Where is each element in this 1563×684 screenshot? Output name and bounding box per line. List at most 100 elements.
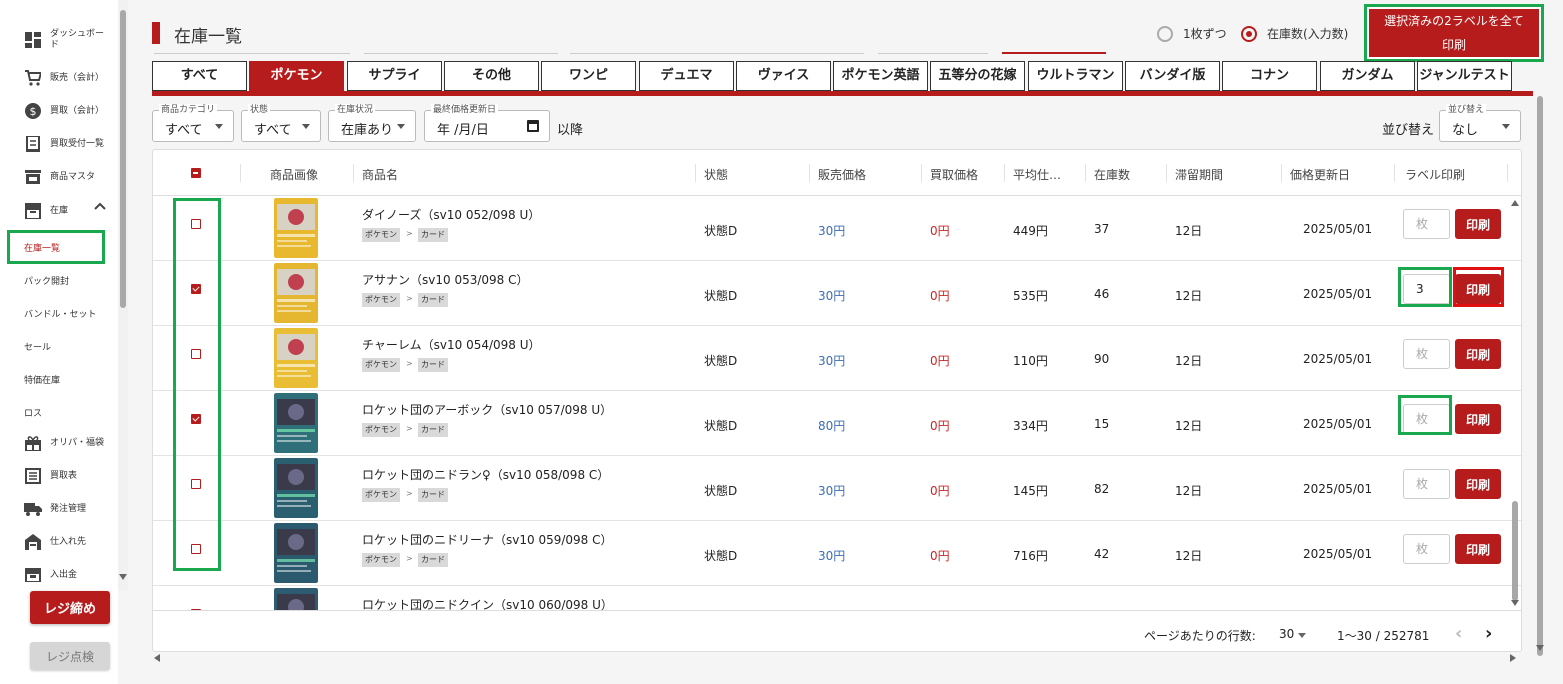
last-price-date-input[interactable]: 最終価格更新日 年 /月/日	[424, 104, 550, 142]
buy-price-cell[interactable]: 0円	[930, 287, 950, 304]
rows-per-page-select[interactable]: 30	[1279, 627, 1294, 641]
sort-select[interactable]: 並び替え なし	[1439, 104, 1521, 142]
next-page-icon[interactable]: ›	[1485, 623, 1492, 644]
label-qty-input[interactable]: 枚	[1403, 209, 1450, 239]
label-qty-input[interactable]: 3	[1403, 274, 1450, 304]
print-label-button[interactable]: 印刷	[1455, 209, 1501, 239]
sell-price-cell[interactable]: 30円	[818, 352, 845, 369]
label-qty-input[interactable]: 枚	[1403, 469, 1450, 499]
tab-4[interactable]: ワンピ	[541, 61, 636, 91]
header-update-date[interactable]: 価格更新日	[1290, 166, 1350, 183]
print-label-button[interactable]: 印刷	[1455, 534, 1501, 564]
print-all-inner[interactable]: 選択済みの2ラベルを全て 印刷	[1369, 9, 1539, 57]
sell-price-cell[interactable]: 80円	[818, 417, 845, 434]
product-name[interactable]: アサナン（sv10 053/098 C）	[362, 271, 528, 288]
header-stock[interactable]: 在庫数	[1094, 166, 1130, 183]
tab-0[interactable]: すべて	[152, 61, 247, 91]
scroll-up-arrow-icon[interactable]	[1511, 200, 1519, 206]
table-scroll-thumb[interactable]	[1512, 501, 1518, 601]
sell-price-cell[interactable]: 30円	[818, 287, 845, 304]
tab-12[interactable]: ガンダム	[1320, 61, 1415, 91]
radio-circle-selected[interactable]	[1241, 25, 1257, 42]
sell-price-cell[interactable]: 30円	[818, 222, 845, 239]
sidebar-item-inventory[interactable]: 在庫	[0, 200, 112, 222]
select-all-checkbox[interactable]	[191, 168, 201, 178]
buy-price-cell[interactable]: 0円	[930, 222, 950, 239]
tab-10[interactable]: バンダイ版	[1125, 61, 1220, 91]
tab-13[interactable]: ジャンルテスト	[1417, 61, 1512, 91]
print-label-button[interactable]: 印刷	[1455, 339, 1501, 369]
buy-price-cell[interactable]: 0円	[930, 352, 950, 369]
sidebar-subitem-loss[interactable]: ロス	[24, 406, 42, 419]
buy-price-cell[interactable]: 0円	[930, 482, 950, 499]
tab-11[interactable]: コナン	[1222, 61, 1317, 91]
tab-9[interactable]: ウルトラマン	[1028, 61, 1123, 91]
row-checkbox[interactable]	[191, 479, 201, 489]
table-vertical-scrollbar[interactable]	[1509, 196, 1521, 606]
scroll-right-arrow-icon[interactable]	[1510, 654, 1516, 662]
check-register-button[interactable]: レジ点検	[30, 642, 110, 670]
header-sell-price[interactable]: 販売価格	[818, 166, 866, 183]
sidebar-item-orders[interactable]: 発注管理	[0, 499, 112, 519]
sidebar-item-cashflow[interactable]: 入出金	[0, 565, 112, 585]
table-horizontal-scrollbar[interactable]	[152, 653, 1522, 663]
radio-one-each[interactable]: 1枚ずつ	[1157, 25, 1227, 42]
row-checkbox[interactable]	[191, 349, 201, 359]
row-checkbox[interactable]	[191, 544, 201, 554]
product-name[interactable]: ダイノーズ（sv10 052/098 U）	[362, 206, 540, 223]
scroll-down-arrow-icon[interactable]	[1536, 645, 1544, 651]
header-condition[interactable]: 状態	[704, 166, 728, 183]
sidebar-item-product-master[interactable]: 商品マスタ	[0, 167, 112, 187]
close-register-button[interactable]: レジ締め	[30, 591, 110, 624]
print-label-button[interactable]: 印刷	[1455, 404, 1501, 434]
caret-down-icon[interactable]	[1298, 633, 1306, 638]
sidebar-subitem-special-stock[interactable]: 特価在庫	[24, 373, 60, 386]
stock-status-select[interactable]: 在庫状況 在庫あり	[328, 104, 416, 142]
tab-6[interactable]: ヴァイス	[736, 61, 831, 91]
calendar-icon[interactable]	[527, 120, 539, 132]
header-name[interactable]: 商品名	[362, 166, 398, 183]
sidebar-scroll-thumb[interactable]	[120, 10, 126, 308]
category-select[interactable]: 商品カテゴリ すべて	[152, 104, 234, 142]
condition-select[interactable]: 状態 すべて	[241, 104, 321, 142]
radio-circle[interactable]	[1157, 25, 1173, 42]
scroll-down-arrow-icon[interactable]	[1511, 600, 1519, 606]
tab-1[interactable]: ポケモン	[249, 61, 344, 91]
sidebar-item-purchase[interactable]: $ 買取（会計）	[0, 101, 112, 121]
sidebar-subitem-bundle[interactable]: バンドル・セット	[24, 307, 96, 320]
tab-3[interactable]: その他	[444, 61, 539, 91]
product-name[interactable]: ロケット団のニドリーナ（sv10 059/098 C）	[362, 531, 612, 548]
tab-8[interactable]: 五等分の花嫁	[930, 61, 1025, 91]
tab-7[interactable]: ポケモン英語	[833, 61, 928, 91]
tab-5[interactable]: デュエマ	[639, 61, 734, 91]
page-vertical-scrollbar[interactable]	[1533, 0, 1547, 660]
page-scroll-thumb[interactable]	[1537, 96, 1543, 656]
row-checkbox[interactable]	[191, 284, 201, 294]
sell-price-cell[interactable]: 30円	[818, 547, 845, 564]
sidebar-item-sales[interactable]: 販売（会計）	[0, 68, 112, 88]
sidebar-subitem-inventory-list[interactable]: 在庫一覧	[24, 241, 60, 254]
sidebar-scrollbar[interactable]	[118, 0, 128, 590]
sidebar-item-suppliers[interactable]: 仕入れ先	[0, 532, 112, 552]
product-name[interactable]: ロケット団のニドラン♀（sv10 058/098 C）	[362, 466, 609, 483]
header-avg-cost[interactable]: 平均仕…	[1013, 166, 1061, 183]
sidebar-item-purchase-list[interactable]: 買取受付一覧	[0, 134, 112, 154]
prev-page-icon[interactable]: ‹	[1455, 623, 1462, 644]
sidebar-item-dashboard[interactable]: ダッシュボード	[0, 28, 112, 52]
print-label-button[interactable]: 印刷	[1455, 274, 1501, 304]
sidebar-subitem-pack-open[interactable]: パック開封	[24, 274, 69, 287]
row-checkbox[interactable]	[191, 219, 201, 229]
tab-2[interactable]: サプライ	[347, 61, 442, 91]
header-buy-price[interactable]: 買取価格	[930, 166, 978, 183]
buy-price-cell[interactable]: 0円	[930, 417, 950, 434]
product-name[interactable]: ロケット団のアーボック（sv10 057/098 U）	[362, 401, 612, 418]
sidebar-subitem-sale[interactable]: セール	[24, 340, 51, 353]
label-qty-input[interactable]: 枚	[1403, 534, 1450, 564]
sidebar-item-oripa[interactable]: オリパ・福袋	[0, 433, 112, 453]
print-label-button[interactable]: 印刷	[1455, 469, 1501, 499]
scroll-left-arrow-icon[interactable]	[154, 654, 160, 662]
chevron-up-icon[interactable]	[94, 202, 106, 213]
header-days[interactable]: 滞留期間	[1175, 166, 1223, 183]
scroll-down-arrow-icon[interactable]	[119, 574, 127, 580]
product-name[interactable]: チャーレム（sv10 054/098 U）	[362, 336, 541, 353]
